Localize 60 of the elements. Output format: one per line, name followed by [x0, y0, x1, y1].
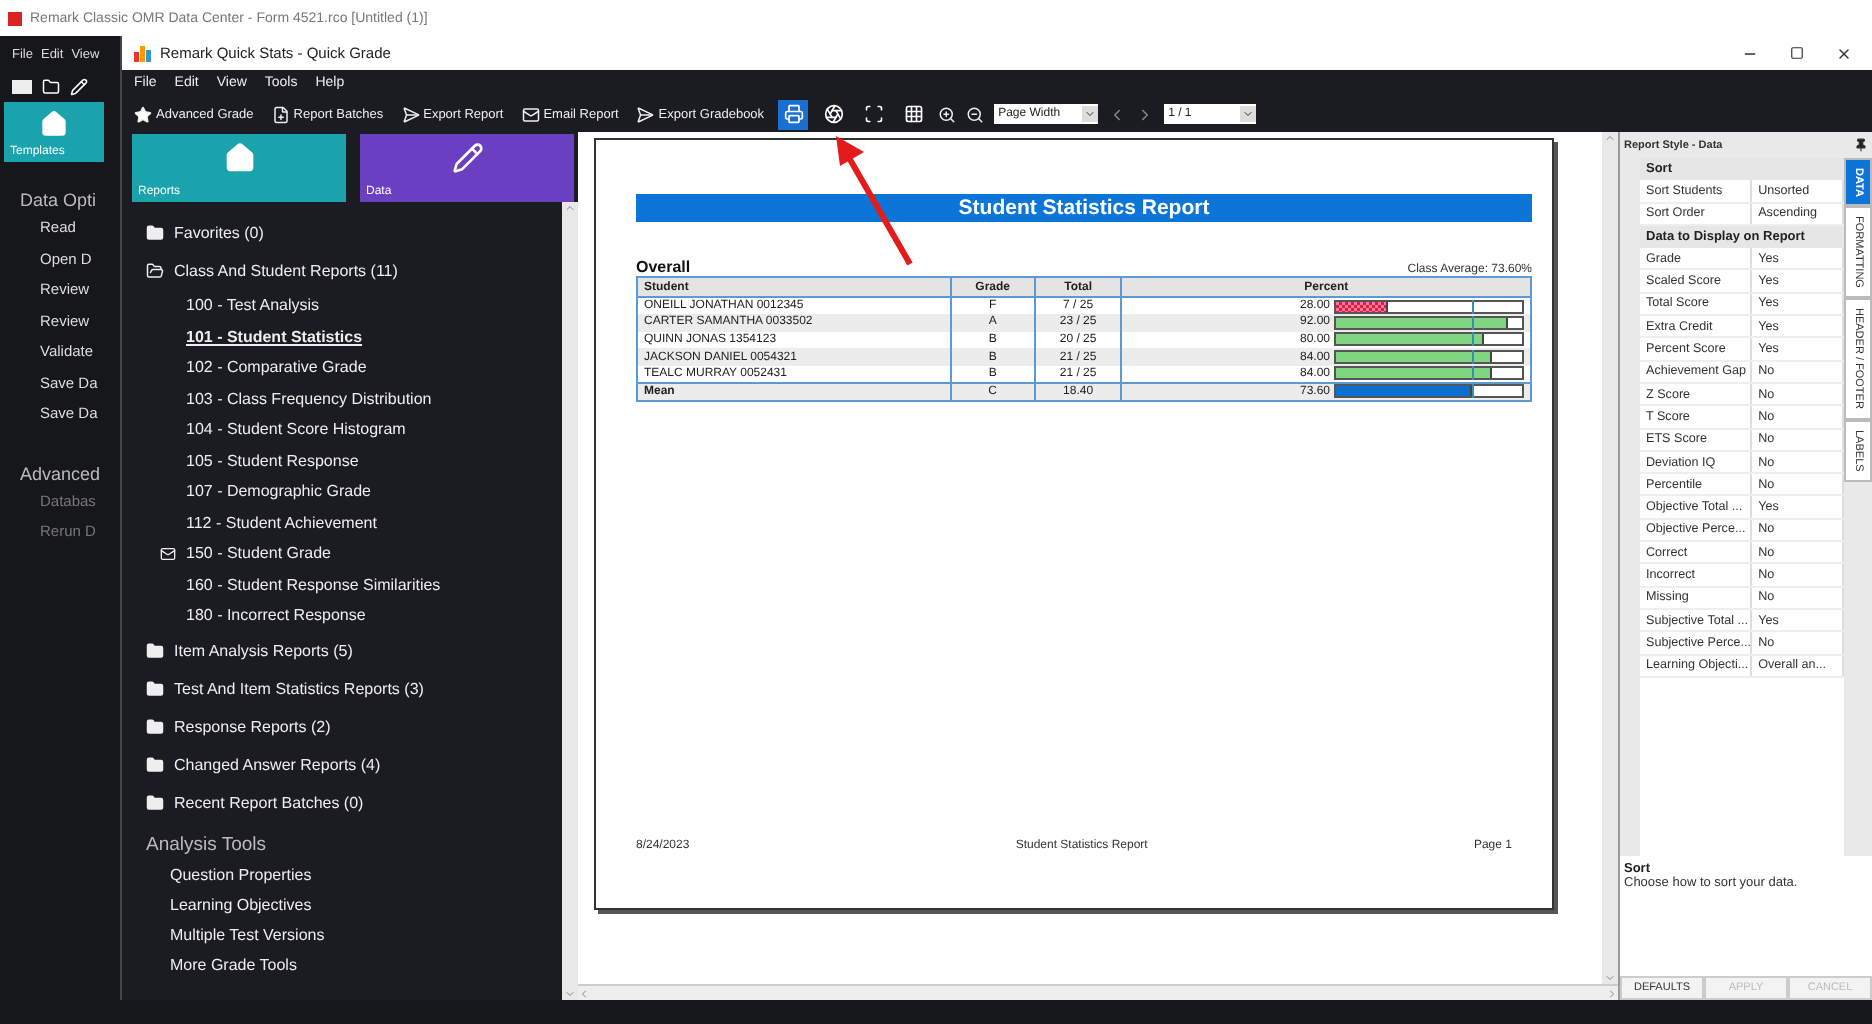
- folder-item[interactable]: Item Analysis Reports (5): [146, 631, 562, 669]
- mail-icon: [521, 105, 540, 123]
- home-icon: [40, 110, 68, 138]
- send-icon: [401, 105, 420, 123]
- report-item[interactable]: 107 - Demographic Grade: [146, 476, 562, 507]
- report-item[interactable]: 100 - Test Analysis: [146, 290, 562, 321]
- report-item[interactable]: 103 - Class Frequency Distribution: [146, 383, 562, 414]
- report-item[interactable]: 160 - Student Response Similarities: [146, 569, 562, 600]
- app-logo-icon: [8, 11, 22, 25]
- fullscreen-icon: [863, 104, 884, 124]
- grid-icon: [903, 104, 924, 124]
- folder-icon: [146, 717, 164, 735]
- star-icon: [134, 105, 152, 123]
- report-item[interactable]: 104 - Student Score Histogram: [146, 414, 562, 445]
- report-item[interactable]: 105 - Student Response: [146, 445, 562, 476]
- tool-link[interactable]: Learning Objectives: [146, 895, 562, 927]
- pencil-icon[interactable]: [70, 77, 88, 95]
- tool-link[interactable]: Multiple Test Versions: [146, 926, 562, 957]
- dropdown-caret-icon: [1242, 108, 1255, 120]
- folder-icon: [146, 755, 164, 773]
- report-item[interactable]: 150 - Student Grade: [146, 538, 562, 569]
- report-item[interactable]: 112 - Student Achievement: [146, 507, 562, 538]
- report-item[interactable]: 180 - Incorrect Response: [146, 600, 562, 631]
- folder-item[interactable]: Response Reports (2): [146, 707, 562, 745]
- send-icon: [636, 105, 655, 123]
- folder-item[interactable]: Favorites (0): [146, 214, 562, 252]
- folder-icon: [146, 679, 164, 697]
- section-title: Overall: [636, 258, 691, 276]
- close-icon[interactable]: [1836, 45, 1852, 61]
- dropdown-caret-icon: [1084, 108, 1097, 120]
- folder-item[interactable]: Recent Report Batches (0): [146, 783, 562, 821]
- folder-item[interactable]: Test And Item Statistics Reports (3): [146, 669, 562, 707]
- folder-icon[interactable]: [42, 77, 60, 95]
- printer-icon: [783, 104, 804, 124]
- pencil-icon: [451, 142, 483, 174]
- section-heading: Analysis Tools: [146, 833, 269, 855]
- folder-item[interactable]: Class And Student Reports (11): [146, 252, 562, 290]
- tool-link[interactable]: Question Properties: [146, 865, 562, 896]
- report-item[interactable]: 102 - Comparative Grade: [146, 352, 562, 383]
- chart-logo-icon: [134, 44, 152, 62]
- pin-icon[interactable]: [1854, 138, 1868, 152]
- folder-icon: [146, 793, 164, 811]
- zoom-out-icon[interactable]: [966, 105, 985, 123]
- zoom-in-icon[interactable]: [938, 105, 957, 123]
- new-icon[interactable]: [12, 79, 32, 93]
- folder-item[interactable]: Changed Answer Reports (4): [146, 745, 562, 783]
- maximize-icon[interactable]: [1790, 45, 1804, 59]
- folder-icon: [146, 641, 164, 659]
- toolbar-icon-button[interactable]: [778, 99, 809, 129]
- aperture-icon: [823, 104, 844, 124]
- report-item[interactable]: 101 - Student Statistics: [146, 321, 562, 352]
- open-folder-icon: [146, 262, 164, 280]
- tool-link[interactable]: More Grade Tools: [146, 956, 562, 988]
- mail-icon: [160, 545, 176, 562]
- section-heading: Data Opti: [20, 190, 99, 210]
- folder-icon: [146, 224, 164, 242]
- report-title: Student Statistics Report: [636, 194, 1532, 222]
- home-icon: [223, 142, 255, 174]
- file-plus-icon: [271, 105, 290, 123]
- section-heading: Advanced: [20, 463, 103, 483]
